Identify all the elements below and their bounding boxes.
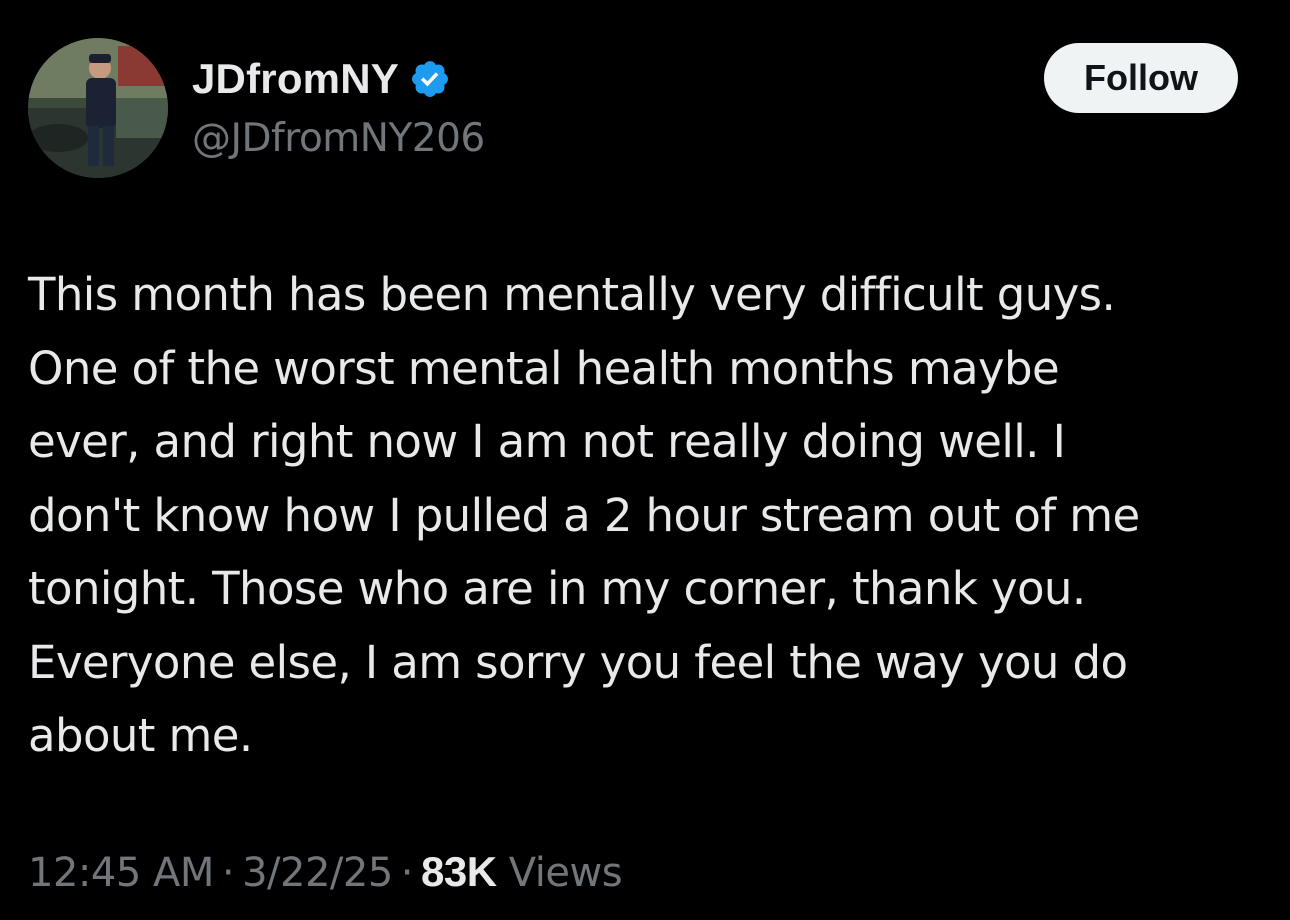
views-count[interactable]: 83K	[421, 848, 497, 895]
tweet-text-line: ever, and right now I am not really doin…	[28, 415, 1066, 468]
tweet-text-line: tonight. Those who are in my corner, tha…	[28, 562, 1086, 615]
views-label[interactable]: Views	[509, 850, 623, 896]
separator-dot: ·	[221, 850, 235, 896]
tweet-date[interactable]: 3/22/25	[242, 850, 393, 896]
author-handle[interactable]: @JDfromNY206	[192, 116, 485, 161]
display-name[interactable]: JDfromNY	[192, 55, 399, 103]
separator-dot: ·	[400, 850, 414, 896]
tweet-time[interactable]: 12:45 AM	[28, 850, 214, 896]
tweet-text-line: don't know how I pulled a 2 hour stream …	[28, 488, 1140, 542]
tweet-text-line: This month has been mentally very diffic…	[28, 268, 1116, 321]
author-identity: JDfromNY @JDfromNY206	[192, 54, 485, 161]
avatar-photo	[28, 38, 168, 178]
follow-button[interactable]: Follow	[1044, 43, 1238, 113]
name-row: JDfromNY	[192, 54, 485, 104]
avatar[interactable]	[28, 38, 168, 178]
tweet-text-line: about me.	[28, 709, 253, 762]
tweet-text: This month has been mentally very diffic…	[28, 258, 1262, 773]
tweet-detail: JDfromNY @JDfromNY206 Follow This month …	[0, 0, 1290, 920]
tweet-text-line: One of the worst mental health months ma…	[28, 341, 1060, 395]
tweet-header: JDfromNY @JDfromNY206 Follow	[28, 38, 1262, 180]
verified-badge-icon[interactable]	[409, 58, 451, 100]
tweet-metadata: 12:45 AM · 3/22/25 · 83K Views	[28, 848, 623, 896]
tweet-text-line: Everyone else, I am sorry you feel the w…	[28, 635, 1128, 689]
